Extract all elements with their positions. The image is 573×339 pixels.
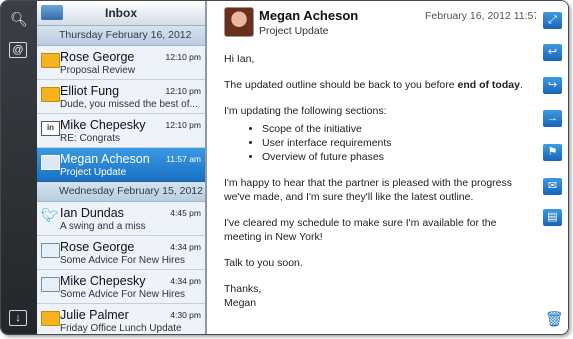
list-item[interactable]: Julie Palmer 4:30 pm Friday Office Lunch… <box>37 304 205 334</box>
search-icon[interactable]: 🔍︎ <box>9 9 29 29</box>
list-item[interactable]: Mike Chepesky 4:34 pm Some Advice For Ne… <box>37 270 205 304</box>
list-item[interactable]: Elliot Fung 12:10 pm Dude, you missed th… <box>37 80 205 114</box>
twitter-icon: 🐦︎ <box>41 207 59 223</box>
reply-icon[interactable]: ↩ <box>543 44 562 61</box>
app-frame: 🔍︎ @ ↓ Inbox Thursday February 16, 2012 … <box>0 0 569 335</box>
closing: Thanks, Megan <box>224 283 262 309</box>
left-rail: 🔍︎ @ ↓ <box>1 1 37 334</box>
avatar <box>224 7 254 37</box>
date-group-header: Wednesday February 15, 2012 <box>37 182 205 202</box>
list-item[interactable]: 🐦︎ Ian Dundas 4:45 pm A swing and a miss <box>37 202 205 236</box>
flag-icon[interactable]: ⚑ <box>543 144 562 161</box>
reply-all-icon[interactable]: ↪ <box>543 77 562 94</box>
greeting: Hi Ian, <box>224 53 255 65</box>
inbox-title: Inbox <box>105 6 137 20</box>
compose-icon[interactable]: ↓ <box>9 310 27 326</box>
list-item[interactable]: Rose George 4:34 pm Some Advice For New … <box>37 236 205 270</box>
body-paragraph: I've cleared my schedule to make sure I'… <box>224 217 497 243</box>
bullet-item: Scope of the initiative <box>262 122 529 136</box>
envelope-icon <box>41 87 60 102</box>
reading-pane: Megan Acheson Project Update February 16… <box>207 1 557 334</box>
envelope-icon <box>41 311 60 326</box>
forward-icon[interactable]: → <box>543 110 562 127</box>
bullet-item: Overview of future phases <box>262 150 529 164</box>
body-paragraph: I'm happy to hear that the partner is pl… <box>224 177 513 203</box>
delete-icon[interactable]: 🗑︎ <box>545 312 564 328</box>
list-item[interactable]: Rose George 12:10 pm Proposal Review <box>37 46 205 80</box>
bullet-item: User interface requirements <box>262 136 529 150</box>
bullet-list: Scope of the initiative User interface r… <box>224 122 529 164</box>
envelope-icon <box>41 53 60 68</box>
file-icon[interactable]: ▤ <box>543 209 562 226</box>
list-header: Inbox <box>37 1 205 26</box>
date-group-header: Thursday February 16, 2012 <box>37 26 205 46</box>
open-envelope-icon <box>41 277 60 292</box>
message-body: Hi Ian, The updated outline should be ba… <box>224 52 529 310</box>
mark-unread-icon[interactable]: ✉ <box>543 178 562 195</box>
open-envelope-icon <box>41 243 60 258</box>
expand-icon[interactable]: ⤢ <box>543 12 562 29</box>
open-envelope-icon <box>41 155 60 170</box>
message-list: Inbox Thursday February 16, 2012 Rose Ge… <box>37 1 205 334</box>
list-item-selected[interactable]: Megan Acheson 11:57 am Project Update <box>37 148 205 182</box>
body-paragraph: The updated outline should be back to yo… <box>224 79 523 91</box>
body-paragraph: I'm updating the following sections: <box>224 105 387 117</box>
account-switch-icon[interactable]: @ <box>9 42 27 58</box>
list-item[interactable]: in Mike Chepesky 12:10 pm RE: Congrats <box>37 114 205 148</box>
linkedin-icon: in <box>41 121 60 136</box>
sender-name: Megan Acheson <box>259 8 359 23</box>
action-bar: ⤢ ↩ ↪ → ⚑ ✉ ▤ 🗑︎ <box>536 1 568 334</box>
message-subject: Project Update <box>259 25 329 37</box>
body-paragraph: Talk to you soon. <box>224 257 303 269</box>
